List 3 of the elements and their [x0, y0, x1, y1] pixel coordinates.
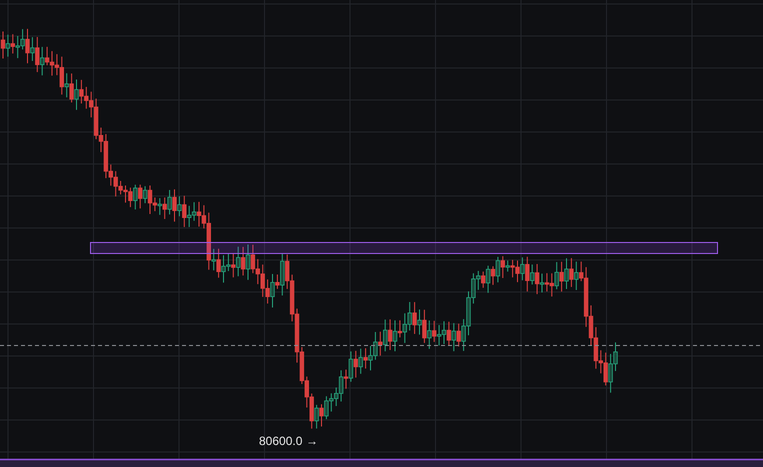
price-zone-rectangle[interactable]	[90, 242, 718, 254]
low-price-label: 80600.0	[259, 434, 302, 448]
arrow-icon: →	[306, 434, 318, 448]
